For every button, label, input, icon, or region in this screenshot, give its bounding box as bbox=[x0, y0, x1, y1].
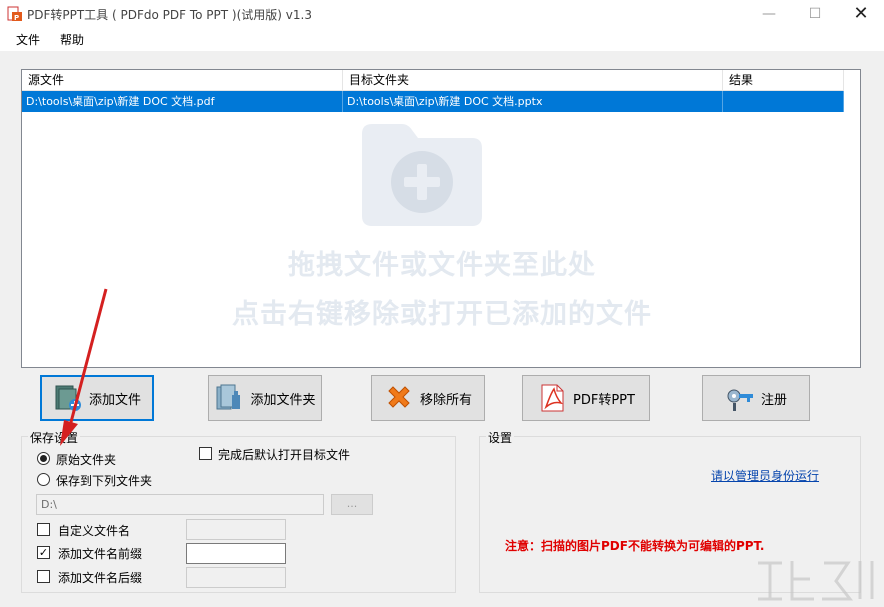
add-folder-button-icon bbox=[216, 384, 241, 410]
custom-name-label[interactable]: 自定义文件名 bbox=[58, 522, 130, 539]
save-to-folder-label[interactable]: 保存到下列文件夹 bbox=[56, 472, 152, 489]
settings-title: 设置 bbox=[486, 429, 515, 446]
key-icon bbox=[727, 389, 753, 411]
convert-label: PDF转PPT bbox=[573, 392, 635, 408]
original-folder-radio[interactable] bbox=[37, 452, 50, 465]
run-as-admin-link[interactable]: 请以管理员身份运行 bbox=[711, 467, 819, 484]
menu-bar: 文件 帮助 bbox=[0, 27, 884, 51]
register-button[interactable]: 注册 bbox=[702, 375, 810, 421]
add-file-label: 添加文件 bbox=[88, 392, 141, 408]
row-source: D:\tools\桌面\zip\新建 DOC 文档.pdf bbox=[22, 91, 343, 112]
add-file-button[interactable]: 添加文件 bbox=[40, 375, 154, 421]
svg-text:P: P bbox=[14, 14, 19, 22]
column-source[interactable]: 源文件 bbox=[22, 70, 343, 90]
row-target: D:\tools\桌面\zip\新建 DOC 文档.pptx bbox=[343, 91, 723, 112]
output-path-input[interactable] bbox=[36, 494, 324, 515]
custom-name-input[interactable] bbox=[186, 519, 286, 540]
add-file-icon bbox=[55, 385, 81, 411]
original-folder-label[interactable]: 原始文件夹 bbox=[56, 451, 116, 468]
prefix-input[interactable] bbox=[186, 543, 286, 564]
minimize-button[interactable]: — bbox=[746, 0, 792, 27]
window-title: PDF转PPT工具 ( PDFdo PDF To PPT )(试用版) v1.3 bbox=[27, 8, 312, 22]
close-icon: ✕ bbox=[853, 3, 869, 24]
remove-icon bbox=[388, 386, 410, 408]
column-result[interactable]: 结果 bbox=[723, 70, 844, 90]
drop-hint-line2: 点击右键移除或打开已添加的文件 bbox=[232, 299, 652, 330]
file-list[interactable]: 源文件 目标文件夹 结果 D:\tools\桌面\zip\新建 DOC 文档.p… bbox=[21, 69, 861, 368]
title-bar: P PDF转PPT工具 ( PDFdo PDF To PPT )(试用版) v1… bbox=[0, 0, 884, 27]
open-after-checkbox[interactable] bbox=[199, 447, 212, 460]
save-settings-title: 保存设置 bbox=[28, 429, 81, 446]
site-watermark-icon bbox=[758, 561, 874, 601]
add-suffix-label[interactable]: 添加文件名后缀 bbox=[58, 569, 142, 586]
close-button[interactable]: ✕ bbox=[838, 0, 884, 27]
add-prefix-checkbox[interactable]: ✓ bbox=[37, 546, 50, 559]
drop-hint-line1: 拖拽文件或文件夹至此处 bbox=[288, 250, 596, 281]
save-to-folder-radio[interactable] bbox=[37, 473, 50, 486]
remove-all-label: 移除所有 bbox=[419, 392, 472, 408]
maximize-icon: ☐ bbox=[808, 5, 822, 22]
add-suffix-checkbox[interactable] bbox=[37, 570, 50, 583]
minimize-icon: — bbox=[762, 5, 776, 22]
add-folder-button[interactable]: 添加文件夹 bbox=[208, 375, 322, 421]
add-prefix-label[interactable]: 添加文件名前缀 bbox=[58, 545, 142, 562]
browse-button[interactable]: ... bbox=[331, 494, 373, 515]
convert-button[interactable]: PDF转PPT bbox=[522, 375, 650, 421]
row-result bbox=[723, 91, 844, 112]
list-header: 源文件 目标文件夹 结果 bbox=[22, 70, 844, 91]
add-folder-label: 添加文件夹 bbox=[250, 392, 316, 408]
custom-name-checkbox[interactable] bbox=[37, 523, 50, 536]
scan-notice: 注意：扫描的图片PDF不能转换为可编辑的PPT. bbox=[505, 539, 765, 553]
menu-file[interactable]: 文件 bbox=[16, 31, 40, 48]
open-after-label[interactable]: 完成后默认打开目标文件 bbox=[218, 446, 350, 463]
app-icon: P bbox=[7, 6, 22, 22]
table-row[interactable]: D:\tools\桌面\zip\新建 DOC 文档.pdf D:\tools\桌… bbox=[22, 91, 844, 112]
column-target[interactable]: 目标文件夹 bbox=[343, 70, 723, 90]
pdf-to-ppt-icon bbox=[541, 384, 564, 412]
menu-help[interactable]: 帮助 bbox=[60, 31, 84, 48]
maximize-button[interactable]: ☐ bbox=[792, 0, 838, 27]
remove-all-button[interactable]: 移除所有 bbox=[371, 375, 485, 421]
suffix-input[interactable] bbox=[186, 567, 286, 588]
register-label: 注册 bbox=[760, 392, 787, 408]
add-folder-icon bbox=[362, 124, 482, 226]
